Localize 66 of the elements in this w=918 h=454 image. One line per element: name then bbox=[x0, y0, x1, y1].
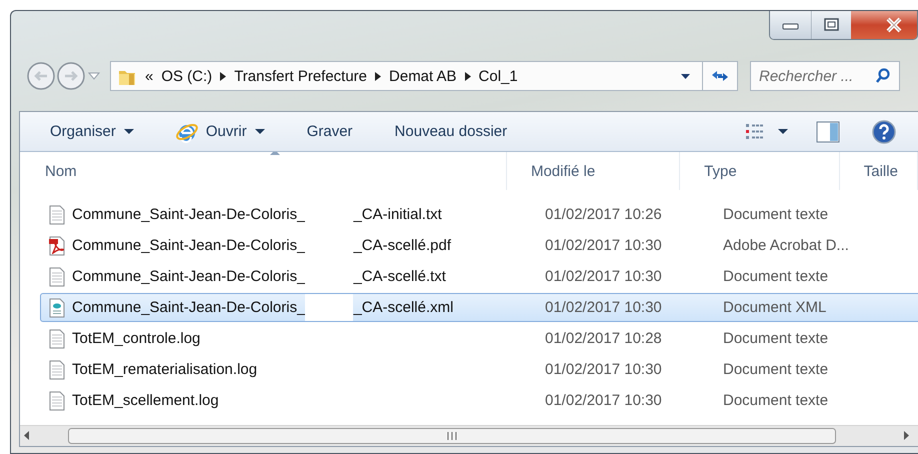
modified-date: 01/02/2017 10:26 bbox=[544, 206, 663, 223]
caret-icon bbox=[124, 129, 134, 134]
modified-date: 01/02/2017 10:30 bbox=[544, 237, 663, 254]
address-bar[interactable]: « OS (C:) Transfert Prefecture Demat AB Col_1 bbox=[110, 61, 738, 91]
file-name[interactable]: Commune_Saint-Jean-De-Coloris_ bbox=[72, 299, 306, 316]
modified-date: 01/02/2017 10:28 bbox=[544, 330, 663, 347]
history-caret-icon[interactable] bbox=[88, 72, 100, 80]
text-file-icon bbox=[48, 266, 66, 286]
caret-icon bbox=[778, 129, 788, 134]
text-file-icon bbox=[48, 390, 66, 410]
selected-file-row[interactable]: Commune_Saint-Jean-De-Coloris_ _CA-scellé.xml 01/02/2017 10:30 Document XML bbox=[40, 293, 918, 322]
breadcrumb-item[interactable]: Transfert Prefecture bbox=[234, 68, 368, 84]
toolbar-button[interactable]: Organiser bbox=[44, 119, 140, 144]
minimize-button[interactable] bbox=[770, 11, 811, 39]
file-type: Document XML bbox=[722, 299, 828, 316]
toolbar-button[interactable]: Nouveau dossier bbox=[388, 119, 514, 144]
maximize-button[interactable] bbox=[811, 11, 851, 39]
close-button[interactable] bbox=[851, 11, 917, 39]
modified-date: 01/02/2017 10:30 bbox=[544, 392, 663, 409]
breadcrumb-arrow-icon[interactable] bbox=[375, 72, 382, 80]
preview-pane-icon[interactable] bbox=[816, 120, 840, 142]
breadcrumb-item[interactable]: Col_1 bbox=[478, 68, 518, 84]
column-header[interactable]: Taille bbox=[840, 152, 918, 190]
text-file-icon bbox=[48, 204, 66, 224]
file-name[interactable]: Commune_Saint-Jean-De-Coloris_ bbox=[72, 237, 306, 254]
modified-date: 01/02/2017 10:30 bbox=[544, 268, 663, 285]
breadcrumb-item[interactable]: OS (C:) bbox=[161, 68, 212, 84]
file-type: Document texte bbox=[722, 330, 830, 347]
column-header[interactable]: Type bbox=[680, 152, 840, 190]
file-name[interactable]: _CA-scellé.pdf bbox=[353, 237, 451, 254]
search-field[interactable]: Rechercher ... bbox=[750, 61, 900, 91]
file-name[interactable]: _CA-initial.txt bbox=[353, 206, 442, 223]
overflow-chevron[interactable]: « bbox=[145, 68, 154, 84]
redacted-area bbox=[305, 294, 354, 321]
forward-button[interactable] bbox=[57, 62, 85, 90]
file-name[interactable]: _CA-scellé.xml bbox=[353, 299, 454, 316]
file-name[interactable]: TotEM_scellement.log bbox=[72, 392, 219, 409]
back-button[interactable] bbox=[27, 62, 55, 90]
column-header[interactable]: Modifié le bbox=[506, 152, 680, 190]
text-file-icon bbox=[48, 360, 66, 380]
file-name[interactable]: _CA-scellé.txt bbox=[353, 268, 446, 285]
address-dropdown-icon[interactable] bbox=[681, 74, 690, 78]
file-name[interactable]: Commune_Saint-Jean-De-Coloris_ bbox=[72, 206, 306, 223]
modified-date: 01/02/2017 10:30 bbox=[544, 299, 663, 316]
help-icon[interactable] bbox=[872, 120, 896, 144]
caret-icon bbox=[254, 129, 265, 134]
text-file-icon bbox=[48, 328, 66, 348]
scrollbar-thumb[interactable] bbox=[68, 426, 838, 446]
file-type: Document texte bbox=[722, 206, 830, 223]
file-type: Document texte bbox=[722, 361, 830, 378]
view-options-icon[interactable] bbox=[746, 123, 764, 140]
pdf-file-icon bbox=[48, 236, 66, 256]
breadcrumb-arrow-icon[interactable] bbox=[220, 72, 226, 80]
file-name[interactable]: Commune_Saint-Jean-De-Coloris_ bbox=[72, 268, 306, 285]
file-type: Document texte bbox=[722, 268, 830, 285]
breadcrumb-item[interactable]: Demat AB bbox=[389, 68, 457, 84]
breadcrumb-arrow-icon[interactable] bbox=[464, 72, 471, 80]
modified-date: 01/02/2017 10:30 bbox=[544, 361, 663, 378]
file-name[interactable]: TotEM_controle.log bbox=[72, 330, 200, 347]
file-name[interactable]: TotEM_rematerialisation.log bbox=[72, 361, 258, 378]
toolbar-button[interactable]: Ouvrir bbox=[170, 116, 271, 146]
file-type: Document texte bbox=[722, 392, 830, 409]
toolbar-button[interactable]: Graver bbox=[300, 119, 359, 144]
xml-file-icon bbox=[48, 298, 66, 318]
search-icon[interactable] bbox=[875, 68, 890, 84]
file-type: Adobe Acrobat D... bbox=[722, 237, 850, 254]
